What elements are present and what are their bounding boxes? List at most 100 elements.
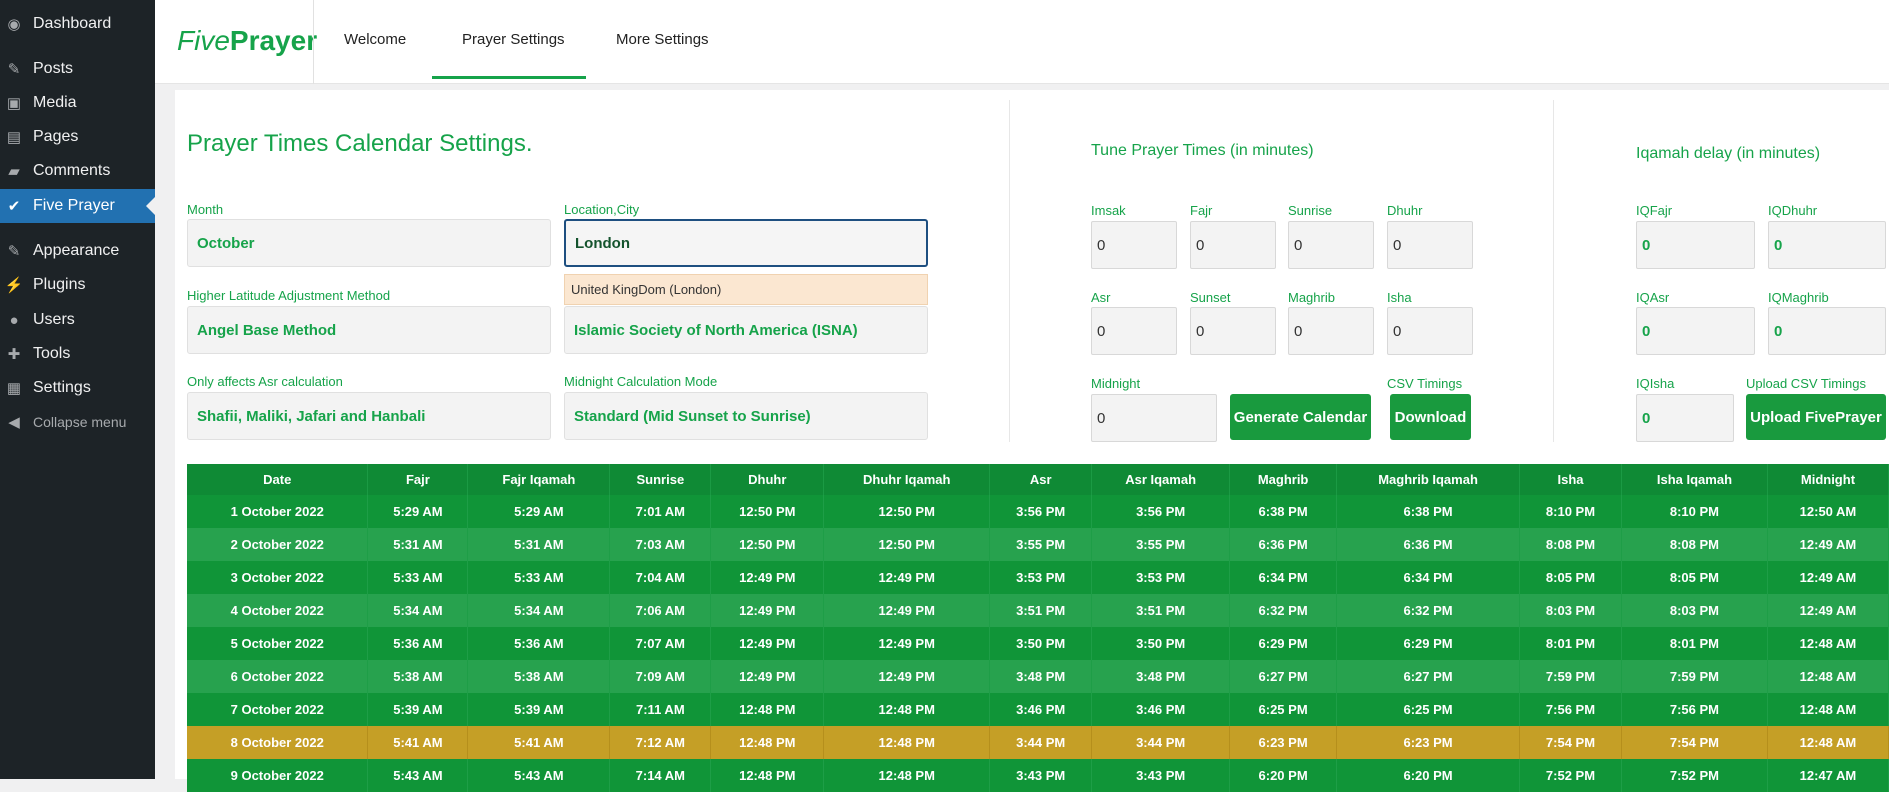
table-row: 9 October 2022 5:43 AM 5:43 AM 7:14 AM 12:48…	[187, 759, 1889, 792]
table-cell: 3:44 PM	[1091, 726, 1231, 759]
iqmaghrib-input[interactable]: 0	[1768, 307, 1886, 355]
column-header: Maghrib	[1229, 464, 1338, 495]
iqfajr-label: IQFajr	[1636, 203, 1673, 218]
table-cell: 5:34 AM	[467, 594, 611, 627]
table-cell: 8:08 PM	[1519, 528, 1622, 561]
fajr-label: Fajr	[1190, 203, 1213, 218]
table-cell: 3:55 PM	[989, 528, 1093, 561]
upload-fiveprayer-button[interactable]: Upload FivePrayer	[1746, 394, 1886, 440]
location-input[interactable]: London	[564, 219, 928, 267]
imsak-input[interactable]: 0	[1091, 221, 1177, 269]
sidebar-item-settings[interactable]: ▦ Settings	[0, 371, 155, 405]
sidebar-item-five-prayer[interactable]: ✔ Five Prayer	[0, 189, 155, 223]
sunset-label: Sunset	[1190, 290, 1231, 305]
table-cell: 3:48 PM	[1091, 660, 1231, 693]
table-cell: 3:51 PM	[989, 594, 1093, 627]
sidebar-item-posts[interactable]: ✎ Posts	[0, 52, 155, 86]
table-cell: 3:50 PM	[989, 627, 1093, 660]
table-cell: 7:14 AM	[609, 759, 712, 792]
iqisha-input[interactable]: 0	[1636, 394, 1734, 442]
plugin-header: FivePrayer Welcome Prayer Settings More …	[155, 0, 1889, 84]
sidebar-item-comments[interactable]: ▰ Comments	[0, 154, 155, 188]
maghrib-input[interactable]: 0	[1288, 307, 1374, 355]
sidebar-item-plugins[interactable]: ⚡ Plugins	[0, 268, 155, 302]
sunrise-input[interactable]: 0	[1288, 221, 1374, 269]
iqasr-input[interactable]: 0	[1636, 307, 1755, 355]
table-cell: 12:48 PM	[823, 759, 991, 792]
table-cell: 12:48 PM	[710, 759, 825, 792]
table-cell: 7:54 PM	[1519, 726, 1622, 759]
dhuhr-input[interactable]: 0	[1387, 221, 1473, 269]
table-cell: 5:41 AM	[367, 726, 469, 759]
table-cell: 6:20 PM	[1229, 759, 1338, 792]
table-cell: 5 October 2022	[187, 627, 369, 660]
sidebar-item-users[interactable]: ● Users	[0, 303, 155, 337]
table-cell: 12:50 AM	[1767, 495, 1889, 528]
active-tab-indicator	[432, 76, 586, 79]
isha-input[interactable]: 0	[1387, 307, 1473, 355]
table-cell: 12:48 PM	[710, 693, 825, 726]
iqfajr-input[interactable]: 0	[1636, 221, 1755, 269]
sidebar-item-tools[interactable]: ✚ Tools	[0, 337, 155, 371]
latitude-method-select[interactable]: Angel Base Method	[187, 306, 551, 354]
table-cell: 5:43 AM	[467, 759, 611, 792]
calculation-method-select[interactable]: Islamic Society of North America (ISNA)	[564, 306, 928, 354]
table-cell: 7:11 AM	[609, 693, 712, 726]
table-cell: 5:33 AM	[467, 561, 611, 594]
sidebar-item-appearance[interactable]: ✎ Appearance	[0, 234, 155, 268]
table-cell: 12:48 PM	[710, 726, 825, 759]
table-cell: 5:39 AM	[367, 693, 469, 726]
sidebar-item-media[interactable]: ▣ Media	[0, 86, 155, 120]
asr-input[interactable]: 0	[1091, 307, 1177, 355]
midnight-input[interactable]: 0	[1091, 394, 1217, 442]
imsak-label: Imsak	[1091, 203, 1126, 218]
download-button[interactable]: Download	[1390, 394, 1471, 440]
table-cell: 8:01 PM	[1519, 627, 1622, 660]
asr-method-select[interactable]: Shafii, Maliki, Jafari and Hanbali	[187, 392, 551, 440]
table-cell: 12:48 AM	[1767, 693, 1889, 726]
table-cell: 6:20 PM	[1336, 759, 1521, 792]
tune-section-title: Tune Prayer Times (in minutes)	[1091, 142, 1314, 159]
table-cell: 7:59 PM	[1621, 660, 1768, 693]
table-cell: 6:36 PM	[1229, 528, 1338, 561]
fajr-input[interactable]: 0	[1190, 221, 1276, 269]
table-cell: 12:49 AM	[1767, 561, 1889, 594]
table-cell: 3 October 2022	[187, 561, 369, 594]
midnight-mode-select[interactable]: Standard (Mid Sunset to Sunrise)	[564, 392, 928, 440]
table-cell: 5:43 AM	[367, 759, 469, 792]
autocomplete-suggestion[interactable]: United KingDom (London)	[564, 274, 928, 305]
table-cell: 12:49 PM	[710, 594, 825, 627]
column-header: Dhuhr Iqamah	[823, 464, 991, 495]
admin-sidebar: ◉ Dashboard ✎ Posts ▣ Media ▤ Pages ▰ Comment…	[0, 0, 155, 779]
generate-calendar-button[interactable]: Generate Calendar	[1230, 394, 1371, 440]
table-cell: 12:48 AM	[1767, 627, 1889, 660]
sidebar-item-dashboard[interactable]: ◉ Dashboard	[0, 7, 155, 41]
tab-prayer-settings[interactable]: Prayer Settings	[462, 31, 565, 48]
month-label: Month	[187, 202, 224, 217]
table-cell: 5:33 AM	[367, 561, 469, 594]
iqdhuhr-input[interactable]: 0	[1768, 221, 1886, 269]
asr-calc-label: Only affects Asr calculation	[187, 374, 343, 389]
table-cell: 8:03 PM	[1519, 594, 1622, 627]
table-cell: 8:01 PM	[1621, 627, 1768, 660]
tab-welcome[interactable]: Welcome	[344, 31, 406, 48]
sidebar-item-pages[interactable]: ▤ Pages	[0, 120, 155, 154]
sidebar-item-label: Users	[33, 311, 75, 328]
table-cell: 3:56 PM	[989, 495, 1093, 528]
table-cell: 3:53 PM	[989, 561, 1093, 594]
sidebar-item-label: Settings	[33, 379, 91, 396]
table-cell: 12:49 PM	[710, 561, 825, 594]
column-header: Midnight	[1767, 464, 1889, 495]
table-cell: 6:32 PM	[1229, 594, 1338, 627]
collapse-menu-button[interactable]: ◀ Collapse menu	[0, 405, 155, 439]
table-cell: 6:23 PM	[1336, 726, 1521, 759]
tab-more-settings[interactable]: More Settings	[616, 31, 709, 48]
sidebar-item-label: Five Prayer	[33, 197, 115, 214]
table-cell: 8:05 PM	[1519, 561, 1622, 594]
midnight-label: Midnight	[1091, 376, 1141, 391]
table-cell: 7:07 AM	[609, 627, 712, 660]
sunset-input[interactable]: 0	[1190, 307, 1276, 355]
dashboard-icon: ◉	[7, 16, 21, 33]
table-cell: 3:48 PM	[989, 660, 1093, 693]
month-select[interactable]: October	[187, 219, 551, 267]
